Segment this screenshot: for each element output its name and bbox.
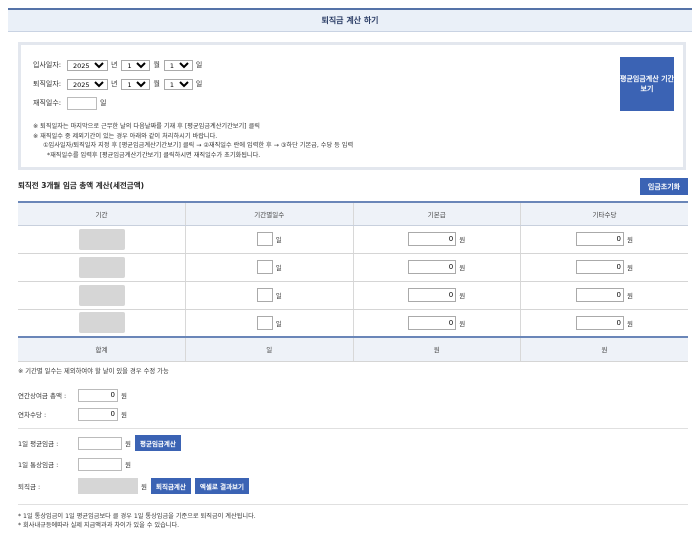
footnote-line: * 회사내규등에따라 실제 지급액과과 차이가 있을 수 있습니다. — [18, 522, 180, 529]
date-input-panel: 입사일자: 2025 년 1 월 1 일 퇴직일자: 2025 년 1 월 1 … — [18, 42, 686, 170]
period-days-input[interactable] — [256, 232, 273, 246]
base-pay-input[interactable] — [408, 315, 457, 330]
bonus-label: 연간상여금 총액 : — [18, 392, 67, 400]
note-line: ①입사일자/퇴직일자 지정 후 [평균임금계산기간보기] 클릭 → ②재직일수 … — [43, 142, 354, 149]
table-row: 일 원 원 — [18, 309, 688, 338]
avg-wage-row: 1일 평균임금 : 원 평균임금계산 — [18, 435, 181, 451]
table-header-row: 기간 기간별일수 기본급 기타수당 — [18, 201, 688, 226]
period-days-input[interactable] — [256, 288, 273, 302]
hire-day-select[interactable]: 1 — [163, 59, 193, 71]
footnotes: * 1일 통상임금이 1일 평균임금보다 클 경우 1일 통상임금을 기준으로 … — [18, 512, 256, 530]
hire-year-select[interactable]: 2025 — [67, 59, 108, 71]
annual-leave-input[interactable] — [78, 407, 118, 421]
period-field — [78, 228, 125, 250]
avg-wage-calc-button[interactable]: 평균임금계산 — [134, 435, 181, 451]
hire-date-row: 입사일자: 2025 년 1 월 1 일 — [33, 59, 206, 71]
period-field — [78, 284, 125, 306]
annual-leave-label: 연차수당 : — [18, 411, 47, 419]
column-header: 기타수당 — [520, 201, 688, 226]
retire-date-label: 퇴직일자: — [33, 80, 62, 88]
note-line: *재직일수를 입력후 [평균임금계산기간보기] 클릭하시면 재직일수가 초기화됩… — [47, 151, 261, 159]
other-allowance-input[interactable] — [576, 288, 624, 302]
excel-export-button[interactable]: 엑셀로 결과보기 — [194, 478, 250, 494]
base-pay-input[interactable] — [408, 232, 457, 246]
date-notes: ※ 퇴직일자는 마지막으로 근무한 날의 다음날짜를 기재 후 [평균임금계산기… — [33, 122, 353, 160]
retire-month-select[interactable]: 1 — [121, 78, 151, 90]
ordinary-wage-label: 1일 통상임금 : — [18, 461, 59, 469]
retire-date-row: 퇴직일자: 2025 년 1 월 1 일 — [33, 78, 206, 90]
work-days-row: 재직일수: 일 — [33, 96, 110, 110]
wage-section-title: 퇴직전 3개월 임금 총액 계산(세전금액) — [18, 181, 145, 190]
column-header: 기간 — [18, 201, 186, 226]
column-header: 기간별일수 — [185, 201, 353, 226]
total-days: 일 — [185, 336, 353, 362]
total-other: 원 — [520, 336, 688, 362]
note-line: ※ 재직일수 중 제외기간이 있는 경우 아래와 같이 처리하시기 바랍니다. — [33, 132, 218, 140]
annual-bonus-input[interactable] — [78, 388, 118, 402]
hire-month-select[interactable]: 1 — [121, 59, 151, 71]
retire-year-select[interactable]: 2025 — [67, 78, 108, 90]
severance-calc-button[interactable]: 퇴직금계산 — [150, 478, 191, 494]
wage-reset-button[interactable]: 임금초기화 — [640, 178, 688, 195]
divider — [18, 428, 688, 429]
footnote-line: * 1일 통상임금이 1일 평균임금보다 클 경우 1일 통상임금을 기준으로 … — [18, 513, 256, 520]
other-allowance-input[interactable] — [576, 260, 624, 274]
other-allowance-input[interactable] — [576, 232, 624, 246]
severance-result-field — [78, 478, 138, 494]
severance-label: 퇴직금 : — [18, 483, 41, 491]
hire-date-label: 입사일자: — [33, 61, 62, 69]
severance-row: 퇴직금 : 원 퇴직금계산 엑셀로 결과보기 — [18, 478, 250, 494]
base-pay-input[interactable] — [408, 260, 457, 274]
annual-leave-row: 연차수당 : 원 — [18, 406, 127, 422]
table-row: 일 원 원 — [18, 281, 688, 310]
divider — [18, 504, 688, 505]
period-days-note: ※ 기간별 일수는 제외하여야 할 날이 있을 경우 수정 가능 — [18, 368, 169, 375]
total-label: 합계 — [18, 336, 186, 362]
total-row: 합계 일 원 원 — [18, 336, 688, 362]
ordinary-wage-row: 1일 통상임금 : 원 — [18, 456, 131, 472]
avg-wage-input[interactable] — [78, 436, 122, 450]
note-line: ※ 퇴직일자는 마지막으로 근무한 날의 다음날짜를 기재 후 [평균임금계산기… — [33, 123, 260, 130]
base-pay-input[interactable] — [408, 288, 457, 302]
table-row: 일 원 원 — [18, 225, 688, 254]
period-field — [78, 256, 125, 278]
wage-table: 기간 기간별일수 기본급 기타수당 일 원 원 일 원 원 일 원 원 일 원 … — [18, 201, 688, 362]
avg-period-view-button[interactable]: 평균임금계산 기간보기 — [620, 57, 674, 111]
work-days-input[interactable] — [67, 96, 97, 110]
other-allowance-input[interactable] — [576, 315, 624, 330]
period-field — [78, 312, 125, 334]
bonus-row: 연간상여금 총액 : 원 — [18, 387, 127, 403]
retire-day-select[interactable]: 1 — [163, 78, 193, 90]
total-base: 원 — [352, 336, 521, 362]
column-header: 기본급 — [352, 201, 521, 226]
period-days-input[interactable] — [256, 260, 273, 274]
table-row: 일 원 원 — [18, 253, 688, 282]
page-title: 퇴직금 계산 하기 — [8, 8, 692, 32]
work-days-label: 재직일수: — [33, 99, 62, 107]
ordinary-wage-input[interactable] — [78, 457, 122, 471]
avg-wage-label: 1일 평균임금 : — [18, 440, 59, 448]
period-days-input[interactable] — [256, 315, 273, 330]
